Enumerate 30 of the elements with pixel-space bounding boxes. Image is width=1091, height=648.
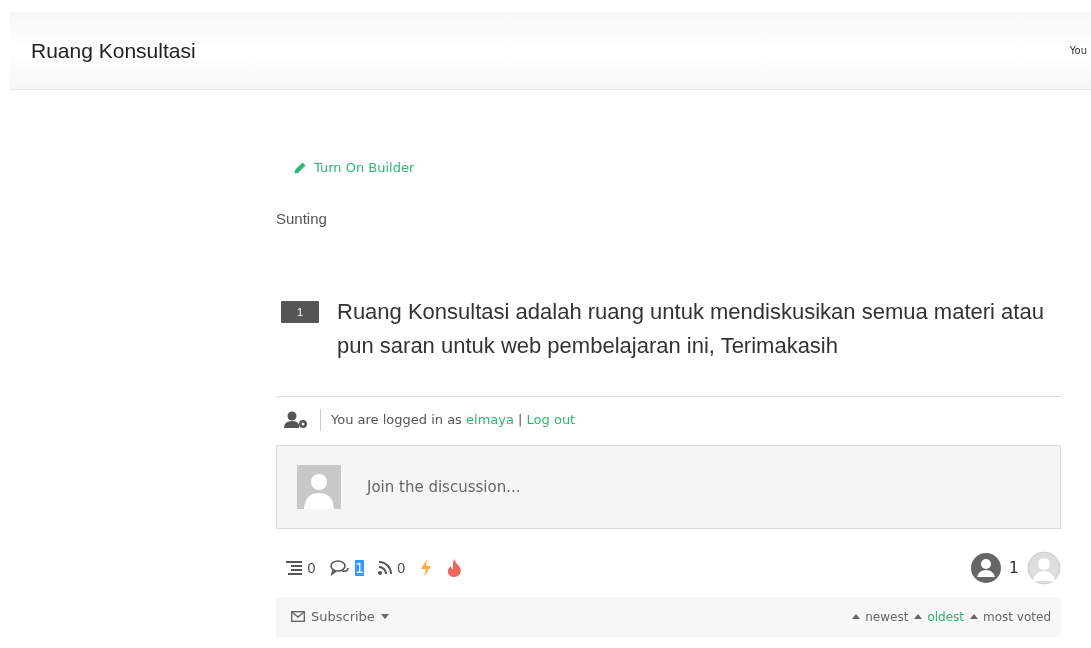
- edit-link[interactable]: Sunting: [276, 209, 1061, 227]
- lightning-icon[interactable]: [419, 558, 432, 577]
- stat-count: 1: [354, 559, 364, 576]
- avatar-icon: [297, 464, 341, 509]
- caret-icon: [852, 614, 861, 619]
- stat-count: 0: [396, 559, 406, 576]
- login-status-text: You are logged in as elmaya | Log out: [331, 412, 576, 427]
- caret-icon: [380, 614, 389, 619]
- number-badge: 1: [281, 300, 319, 323]
- flame-icon[interactable]: [445, 558, 462, 577]
- caret-icon: [914, 614, 923, 619]
- comment-placeholder: Join the discussion...: [367, 477, 521, 496]
- rss-icon: [377, 560, 392, 575]
- user-settings-icon: [284, 410, 310, 429]
- subscribe-button[interactable]: Subscribe: [291, 609, 389, 624]
- caret-icon: [970, 614, 979, 619]
- avatar-icon: [1027, 550, 1061, 585]
- comment-box[interactable]: Join the discussion...: [276, 444, 1061, 529]
- pencil-icon: [294, 161, 306, 174]
- threads-icon: [286, 560, 302, 575]
- notice-text: Ruang Konsultasi adalah ruang untuk mendiskusikan semua materi atau pun saran untuk web pembelajaran ini, Terimakasih: [337, 297, 1045, 360]
- header-text: You: [1069, 45, 1087, 56]
- comments-icon: [329, 559, 350, 576]
- participant-count: 1: [1008, 558, 1019, 577]
- sort-option[interactable]: newest: [852, 609, 909, 624]
- page-title: Ruang Konsultasi: [31, 38, 196, 63]
- user-circle-icon: [970, 552, 1001, 583]
- stat-count: 0: [307, 559, 316, 576]
- sort-option[interactable]: most voted: [970, 609, 1051, 624]
- envelope-icon: [291, 611, 305, 622]
